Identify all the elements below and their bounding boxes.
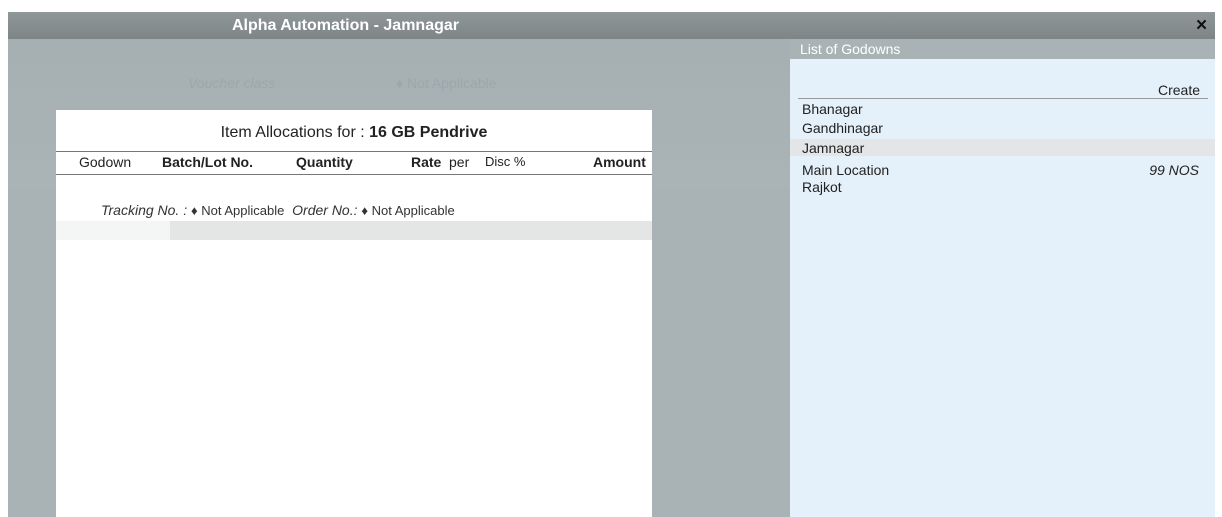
godown-name: Jamnagar	[802, 140, 865, 156]
column-header-row: Godown Batch/Lot No. Quantity Rate per D…	[56, 151, 652, 175]
col-amount: Amount	[593, 154, 646, 170]
godown-item-gandhinagar[interactable]: Gandhinagar	[790, 119, 1215, 136]
col-quantity: Quantity	[296, 154, 353, 170]
godown-entry-field[interactable]	[56, 221, 170, 240]
godown-item-rajkot[interactable]: Rajkot	[790, 178, 1215, 195]
create-divider	[798, 98, 1208, 99]
col-rate: Rate	[411, 154, 442, 170]
tracking-label: Tracking No. :	[101, 202, 188, 218]
tracking-row: Tracking No. : ♦ Not Applicable Order No…	[101, 202, 455, 218]
godown-item-bhanagar[interactable]: Bhanagar	[790, 100, 1215, 117]
godown-list-title: List of Godowns	[800, 41, 901, 57]
item-allocations-panel: Item Allocations for : 16 GB Pendrive Go…	[56, 110, 652, 517]
allocation-title-prefix: Item Allocations for :	[220, 124, 365, 141]
window-title: Alpha Automation - Jamnagar	[232, 17, 459, 34]
godown-item-jamnagar[interactable]: Jamnagar	[790, 139, 1215, 156]
allocation-title: Item Allocations for : 16 GB Pendrive	[56, 124, 652, 142]
col-disc: Disc %	[485, 154, 526, 169]
voucher-class-value: ♦ Not Applicable	[396, 75, 497, 91]
order-label: Order No.:	[292, 202, 358, 218]
godown-name: Main Location	[802, 162, 890, 178]
col-godown: Godown	[79, 154, 132, 170]
col-per: per	[449, 154, 470, 170]
voucher-class-label: Voucher class	[188, 75, 276, 91]
create-option[interactable]: Create	[1158, 82, 1200, 98]
godown-name: Bhanagar	[802, 101, 863, 117]
col-batch: Batch/Lot No.	[162, 154, 253, 170]
close-icon[interactable]: ×	[1196, 16, 1207, 36]
tracking-value[interactable]: ♦ Not Applicable	[191, 203, 284, 218]
title-bar	[8, 12, 1215, 39]
godown-qty: 99 NOS	[1149, 162, 1199, 178]
godown-item-main-location[interactable]: Main Location 99 NOS	[790, 161, 1215, 178]
allocation-item-name: 16 GB Pendrive	[369, 124, 488, 141]
godown-name: Rajkot	[802, 179, 842, 195]
godown-name: Gandhinagar	[802, 120, 883, 136]
order-value[interactable]: ♦ Not Applicable	[361, 203, 454, 218]
